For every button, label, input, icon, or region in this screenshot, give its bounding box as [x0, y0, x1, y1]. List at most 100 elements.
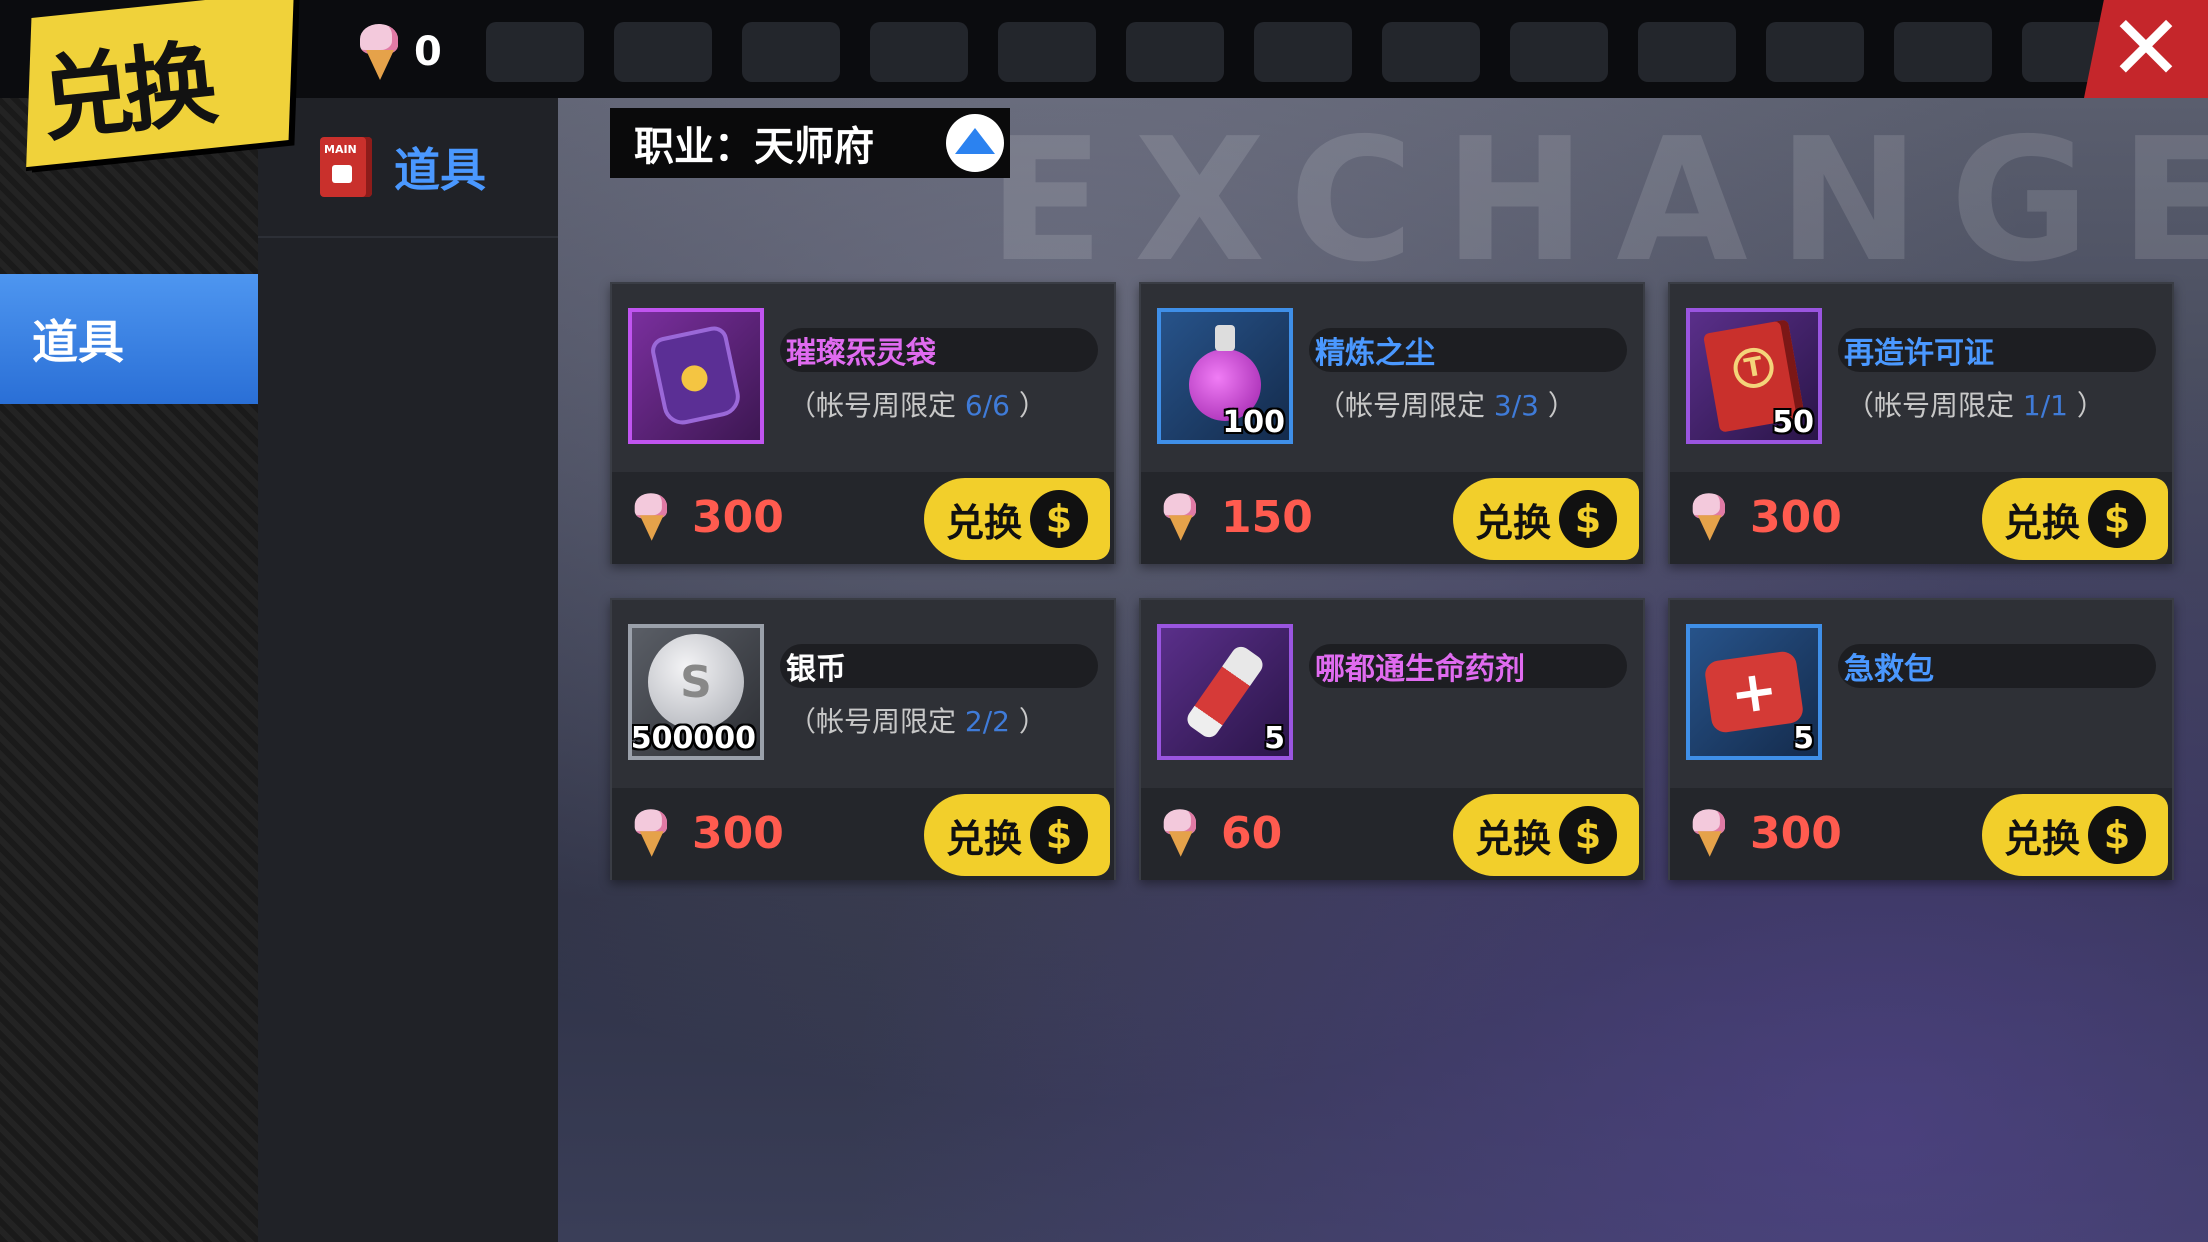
exchange-button-label: 兑换 [2004, 500, 2081, 545]
class-filter[interactable]: 职业： 天师府 [610, 108, 1010, 178]
item-quantity: 5 [1264, 721, 1285, 756]
exchange-card: 5 哪都通生命药剂 60 兑换 $ [1139, 598, 1645, 880]
ice-cream-icon [1160, 809, 1197, 857]
exchange-button[interactable]: 兑换 $ [1453, 478, 1639, 560]
item-quantity: 5 [1793, 721, 1814, 756]
item-price: 300 [1686, 805, 1842, 861]
item-name-bar: 急救包 [1838, 644, 2156, 688]
exchange-card: 50 再造许可证 （帐号周限定 1/1 ） 300 兑换 $ [1668, 282, 2174, 564]
item-name-bar: 银币 [780, 644, 1098, 688]
exchange-card: 100 精炼之尘 （帐号周限定 3/3 ） 150 兑换 $ [1139, 282, 1645, 564]
exchange-card: 璀璨炁灵袋 （帐号周限定 6/6 ） 300 兑换 $ [610, 282, 1116, 564]
item-price: 60 [1157, 805, 1282, 861]
item-name: 急救包 [1844, 652, 1934, 687]
first-aid-kit-icon [1703, 649, 1805, 735]
exchange-panel: EXCHANGE 职业： 天师府 璀璨炁灵袋 （帐号周限定 6/6 ） 300 … [558, 98, 2208, 1242]
limit-suffix: ） [2076, 389, 2105, 422]
top-slot [1126, 22, 1224, 82]
item-name-bar: 璀璨炁灵袋 [780, 328, 1098, 372]
limit-suffix: ） [1018, 705, 1047, 738]
top-slot [870, 22, 968, 82]
limit-count: 6/6 [964, 389, 1010, 422]
exchange-button-label: 兑换 [946, 816, 1023, 861]
exchange-card: S 500000 银币 （帐号周限定 2/2 ） 300 兑换 $ [610, 598, 1116, 880]
class-filter-toggle[interactable] [946, 114, 1004, 172]
life-potion-icon [1183, 642, 1267, 742]
price-value: 60 [1221, 807, 1283, 859]
exchange-button[interactable]: 兑换 $ [924, 794, 1110, 876]
item-icon-frame[interactable]: S 500000 [628, 624, 764, 760]
close-icon: ✕ [2108, 0, 2184, 101]
top-bar: 0 ✕ [0, 0, 2208, 98]
item-price: 300 [1686, 489, 1842, 545]
limit-suffix: ） [1547, 389, 1576, 422]
ice-cream-icon [1689, 809, 1726, 857]
item-icon-frame[interactable]: 50 [1686, 308, 1822, 444]
exchange-button-label: 兑换 [2004, 816, 2081, 861]
limit-prefix: （帐号周限定 [788, 705, 957, 738]
item-quantity: 100 [1222, 405, 1285, 440]
item-name: 再造许可证 [1844, 336, 1994, 371]
item-name: 璀璨炁灵袋 [786, 336, 936, 371]
item-price: 300 [628, 805, 784, 861]
top-slot [742, 22, 840, 82]
top-slot [998, 22, 1096, 82]
exchange-card: 5 急救包 300 兑换 $ [1668, 598, 2174, 880]
triangle-up-icon [955, 128, 995, 154]
exchange-button-label: 兑换 [946, 500, 1023, 545]
exchange-button[interactable]: 兑换 $ [1982, 794, 2168, 876]
limit-prefix: （帐号周限定 [1317, 389, 1486, 422]
item-quantity: 500000 [630, 721, 756, 756]
nav-item-items[interactable]: 道具 [0, 274, 258, 404]
class-filter-value: 天师府 [754, 124, 874, 170]
ice-cream-icon [631, 809, 668, 857]
divider [258, 236, 558, 238]
price-value: 300 [1750, 807, 1842, 859]
coin-icon: $ [1030, 806, 1089, 864]
background-watermark: EXCHANGE [988, 102, 2208, 300]
top-slot [1254, 22, 1352, 82]
coin-icon: $ [2088, 490, 2147, 548]
price-value: 300 [692, 491, 784, 543]
coin-icon: $ [1559, 490, 1618, 548]
nav-item-label: 道具 [32, 315, 124, 369]
item-name: 银币 [786, 652, 846, 687]
item-name: 哪都通生命药剂 [1315, 652, 1525, 687]
item-icon-frame[interactable]: 5 [1157, 624, 1293, 760]
item-limit: （帐号周限定 2/2 ） [788, 700, 1047, 740]
exchange-button[interactable]: 兑换 $ [924, 478, 1110, 560]
item-icon-frame[interactable] [628, 308, 764, 444]
limit-count: 3/3 [1493, 389, 1539, 422]
top-slot [1382, 22, 1480, 82]
top-slot [1894, 22, 1992, 82]
item-name-bar: 精炼之尘 [1309, 328, 1627, 372]
item-price: 150 [1157, 489, 1313, 545]
item-icon-frame[interactable]: 5 [1686, 624, 1822, 760]
top-slot [614, 22, 712, 82]
top-slot [1638, 22, 1736, 82]
coin-icon: $ [1030, 490, 1089, 548]
coin-icon: $ [2088, 806, 2147, 864]
item-price: 300 [628, 489, 784, 545]
limit-prefix: （帐号周限定 [788, 389, 957, 422]
ice-cream-icon [1160, 493, 1197, 541]
ice-cream-icon [356, 24, 400, 80]
limit-count: 1/1 [2022, 389, 2068, 422]
exchange-button[interactable]: 兑换 $ [1453, 794, 1639, 876]
ice-cream-icon [631, 493, 668, 541]
item-icon-frame[interactable]: 100 [1157, 308, 1293, 444]
price-value: 300 [692, 807, 784, 859]
currency-value: 0 [414, 29, 442, 75]
silver-coin-icon: S [648, 634, 744, 730]
item-name-bar: 哪都通生命药剂 [1309, 644, 1627, 688]
item-limit: （帐号周限定 3/3 ） [1317, 384, 1576, 424]
top-slot [486, 22, 584, 82]
currency-display: 0 [356, 20, 442, 84]
subnav-item-items[interactable]: 道具 [320, 126, 486, 208]
limit-suffix: ） [1018, 389, 1047, 422]
exchange-button-label: 兑换 [1475, 500, 1552, 545]
pouch-icon [648, 323, 744, 429]
top-slot [1510, 22, 1608, 82]
close-button[interactable]: ✕ [2084, 0, 2208, 98]
exchange-button[interactable]: 兑换 $ [1982, 478, 2168, 560]
